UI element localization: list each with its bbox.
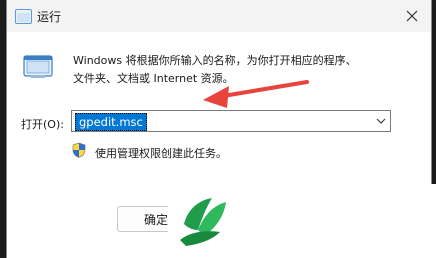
window-title: 运行 <box>37 10 62 24</box>
description-text: Windows 将根据你所输入的名称，为你打开相应的程序、 文件夹、文档或 In… <box>73 52 423 88</box>
open-combobox[interactable]: gpedit.msc <box>71 110 391 132</box>
open-label: 打开(O): <box>21 118 64 131</box>
open-input[interactable]: gpedit.msc <box>75 113 147 131</box>
close-icon[interactable] <box>399 4 425 28</box>
leaf-logo <box>180 198 226 246</box>
run-dialog-icon <box>15 9 32 24</box>
watermark <box>168 184 436 258</box>
uac-shield-icon <box>72 142 86 158</box>
chevron-down-icon[interactable] <box>376 116 386 126</box>
title-bar: 运行 <box>7 0 431 32</box>
admin-note: 使用管理权限创建此任务。 <box>95 147 227 160</box>
description-line-2: 文件夹、文档或 Internet 资源。 <box>73 72 234 85</box>
run-app-icon <box>23 55 53 78</box>
description-line-1: Windows 将根据你所输入的名称，为你打开相应的程序、 <box>73 54 357 67</box>
